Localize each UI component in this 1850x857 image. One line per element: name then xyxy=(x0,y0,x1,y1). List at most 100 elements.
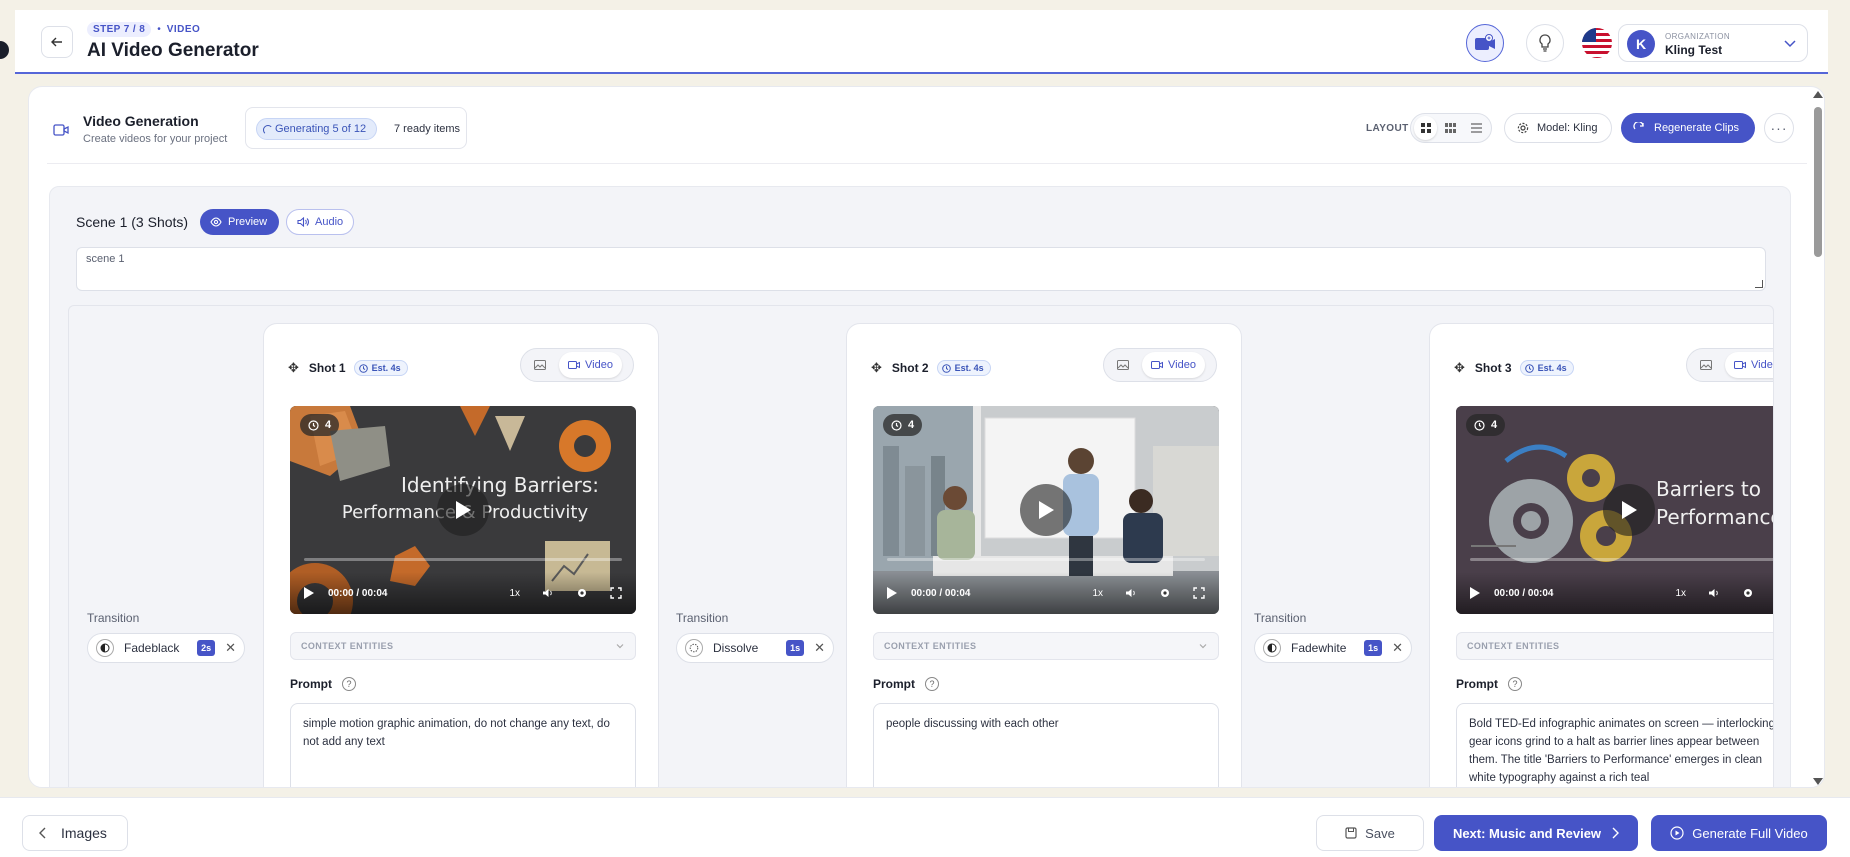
back-button[interactable] xyxy=(41,26,73,58)
regenerate-clips-button[interactable]: Regenerate Clips xyxy=(1621,113,1755,143)
play-overlay-button[interactable] xyxy=(1603,484,1655,536)
more-options-button[interactable]: ··· xyxy=(1764,113,1794,143)
context-entities-dropdown[interactable]: CONTEXT ENTITIES xyxy=(873,632,1219,660)
estimate-text: Est. 4s xyxy=(371,363,401,373)
context-entities-dropdown[interactable]: CONTEXT ENTITIES xyxy=(1456,632,1773,660)
transition-label: Transition xyxy=(676,611,729,625)
grid-small-icon xyxy=(1445,123,1457,133)
tips-button[interactable] xyxy=(1526,24,1564,62)
volume-icon[interactable] xyxy=(1708,588,1720,598)
preview-button[interactable]: Preview xyxy=(200,209,280,235)
layout-grid-large-button[interactable] xyxy=(1414,116,1438,140)
transition-name: Fadewhite xyxy=(1291,641,1347,655)
help-icon[interactable]: ? xyxy=(342,677,356,691)
eye-icon xyxy=(210,217,222,227)
layout-grid-small-button[interactable] xyxy=(1439,116,1462,140)
shot-name: Shot 2 xyxy=(891,361,929,375)
video-mode-label: Video xyxy=(1751,359,1773,371)
scroll-down-arrow[interactable] xyxy=(1813,778,1823,785)
image-mode-button[interactable] xyxy=(1691,352,1721,378)
estimate-badge: Est. 4s xyxy=(353,360,408,376)
remove-transition-button[interactable]: ✕ xyxy=(814,640,825,656)
scroll-thumb[interactable] xyxy=(1814,107,1822,257)
help-icon[interactable]: ? xyxy=(1508,677,1522,691)
settings-icon[interactable] xyxy=(1742,587,1754,599)
speed-button[interactable]: 1x xyxy=(509,588,520,599)
help-icon[interactable]: ? xyxy=(925,677,939,691)
transition-duration: 1s xyxy=(1364,640,1383,656)
video-mode-button[interactable]: Video xyxy=(1142,352,1205,378)
image-mode-button[interactable] xyxy=(525,352,555,378)
context-entities-dropdown[interactable]: CONTEXT ENTITIES xyxy=(290,632,636,660)
play-button[interactable] xyxy=(887,587,897,599)
remove-transition-button[interactable]: ✕ xyxy=(1392,640,1403,656)
video-mode-button[interactable]: Video xyxy=(1725,352,1773,378)
shot-card-2: ✥ Shot 2 Est. 4s Video 4 00:00 / 00:04 1… xyxy=(846,323,1242,787)
next-label: Next: Music and Review xyxy=(1452,825,1602,841)
drag-handle-icon[interactable]: ✥ xyxy=(288,360,299,376)
video-controls: 00:00 / 00:04 1x xyxy=(873,572,1219,614)
transition-duration: 1s xyxy=(786,640,805,656)
transition-label: Transition xyxy=(1254,611,1307,625)
drag-handle-icon[interactable]: ✥ xyxy=(1454,360,1465,376)
play-overlay-button[interactable] xyxy=(437,484,489,536)
context-entities-label: CONTEXT ENTITIES xyxy=(1467,641,1560,651)
video-mode-button[interactable]: Video xyxy=(559,352,622,378)
save-button[interactable]: Save xyxy=(1316,815,1424,851)
speed-button[interactable]: 1x xyxy=(1092,588,1103,599)
transition-name: Dissolve xyxy=(713,641,759,655)
remove-transition-button[interactable]: ✕ xyxy=(225,640,236,656)
resize-grip[interactable] xyxy=(1755,280,1763,288)
duration-badge: 4 xyxy=(1466,414,1506,436)
video-player[interactable]: 4 00:00 / 00:04 1x xyxy=(873,406,1219,614)
settings-icon[interactable] xyxy=(576,587,588,599)
us-flag-icon xyxy=(1582,28,1612,58)
clock-icon xyxy=(1524,363,1534,373)
fullscreen-icon[interactable] xyxy=(610,587,622,599)
next-music-review-button[interactable]: Next: Music and Review xyxy=(1434,815,1638,851)
video-controls: 00:00 / 00:04 1x xyxy=(1456,572,1773,614)
audio-button[interactable]: Audio xyxy=(286,209,355,235)
prompt-input[interactable]: simple motion graphic animation, do not … xyxy=(290,703,636,787)
play-overlay-button[interactable] xyxy=(1020,484,1072,536)
speed-button[interactable]: 1x xyxy=(1675,588,1686,599)
progress-bar[interactable] xyxy=(1470,558,1773,561)
settings-icon[interactable] xyxy=(1159,587,1171,599)
language-selector[interactable] xyxy=(1578,24,1616,62)
transition-pill[interactable]: Dissolve 1s ✕ xyxy=(676,633,834,663)
prompt-label-text: Prompt xyxy=(873,677,915,691)
layout-list-button[interactable] xyxy=(1465,116,1488,140)
scene-description-input[interactable]: scene 1 xyxy=(76,247,1766,291)
scroll-up-arrow[interactable] xyxy=(1813,91,1823,98)
save-label: Save xyxy=(1365,825,1395,841)
volume-icon[interactable] xyxy=(542,588,554,598)
organization-label: ORGANIZATION xyxy=(1665,32,1731,41)
generating-badge: Generating 5 of 12 xyxy=(256,118,378,140)
progress-bar[interactable] xyxy=(887,558,1205,561)
model-button[interactable]: Model: Kling xyxy=(1504,113,1612,143)
step-badge: STEP 7 / 8 xyxy=(87,22,152,37)
play-button[interactable] xyxy=(1470,587,1480,599)
video-mode-button[interactable] xyxy=(1466,24,1504,62)
video-player[interactable]: Identifying Barriers: Performance & Prod… xyxy=(290,406,636,614)
vertical-scrollbar[interactable] xyxy=(1813,91,1823,785)
prompt-input[interactable]: Bold TED-Ed infographic animates on scre… xyxy=(1456,703,1773,787)
transition-pill[interactable]: Fadewhite 1s ✕ xyxy=(1254,633,1412,663)
play-button[interactable] xyxy=(304,587,314,599)
gear-icon xyxy=(1517,122,1529,134)
progress-bar[interactable] xyxy=(304,558,622,561)
drag-handle-icon[interactable]: ✥ xyxy=(871,360,882,376)
volume-icon[interactable] xyxy=(1125,588,1137,598)
transition-label: Transition xyxy=(87,611,140,625)
organization-switcher[interactable]: K ORGANIZATION Kling Test xyxy=(1618,24,1808,62)
video-player[interactable]: Barriers to Performance 4 00:00 / 00:04 … xyxy=(1456,406,1773,614)
images-back-button[interactable]: Images xyxy=(22,815,128,851)
prompt-input[interactable]: people discussing with each other xyxy=(873,703,1219,787)
generation-status: Generating 5 of 12 7 ready items xyxy=(245,107,467,149)
video-mode-label: Video xyxy=(585,359,613,371)
transition-pill[interactable]: Fadeblack 2s ✕ xyxy=(87,633,245,663)
image-mode-button[interactable] xyxy=(1108,352,1138,378)
media-type-toggle: Video xyxy=(520,348,634,382)
fullscreen-icon[interactable] xyxy=(1193,587,1205,599)
generate-full-video-button[interactable]: Generate Full Video xyxy=(1651,815,1827,851)
